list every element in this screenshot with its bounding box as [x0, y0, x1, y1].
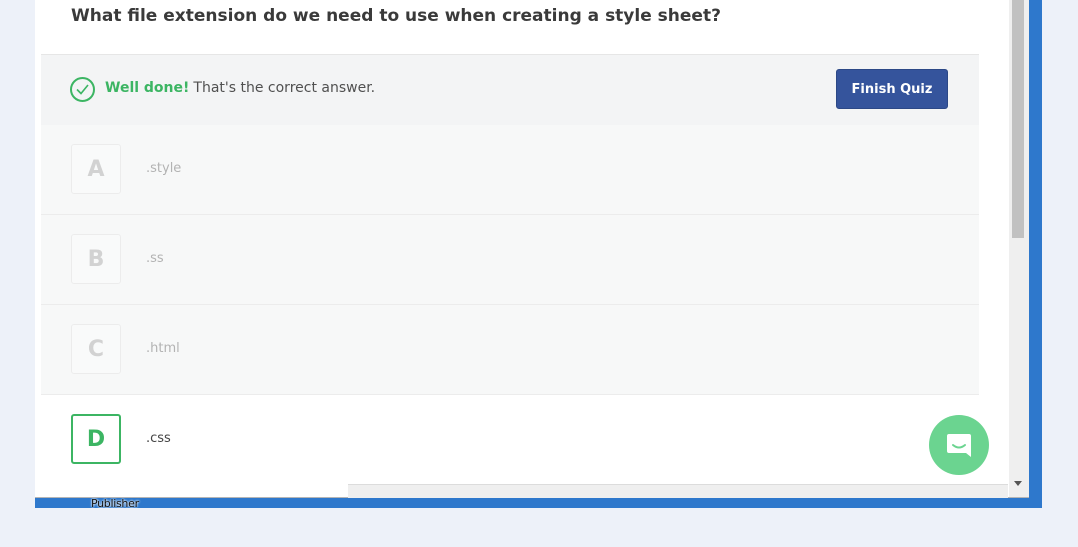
feedback-message: That's the correct answer.: [193, 80, 376, 96]
feedback-text: Well done! That's the correct answer.: [105, 80, 375, 96]
option-c[interactable]: C .html: [41, 305, 979, 395]
option-letter: D: [71, 414, 121, 464]
chat-launcher-button[interactable]: [929, 415, 989, 475]
horizontal-scrollbar[interactable]: [348, 484, 1008, 498]
vertical-scrollbar[interactable]: [1009, 0, 1029, 497]
scrollbar-thumb[interactable]: [1012, 0, 1024, 238]
finish-quiz-button[interactable]: Finish Quiz: [836, 69, 948, 109]
publisher-desktop-label[interactable]: Publisher: [91, 497, 139, 510]
option-text: .ss: [146, 251, 164, 266]
option-text: .css: [146, 431, 171, 446]
feedback-banner: Well done! That's the correct answer. Fin…: [41, 54, 979, 126]
chat-bubble-icon: [947, 434, 971, 457]
option-letter: C: [71, 324, 121, 374]
check-circle-icon: [70, 77, 95, 102]
option-a[interactable]: A .style: [41, 125, 979, 215]
option-d[interactable]: D .css: [41, 395, 979, 484]
scroll-down-arrow-icon[interactable]: [1014, 481, 1022, 486]
option-text: .style: [146, 161, 182, 176]
option-b[interactable]: B .ss: [41, 215, 979, 305]
quiz-card: What file extension do we need to use wh…: [41, 0, 979, 484]
option-letter: B: [71, 234, 121, 284]
question-text: What file extension do we need to use wh…: [71, 6, 721, 26]
option-text: .html: [146, 341, 180, 356]
option-letter: A: [71, 144, 121, 194]
feedback-strong: Well done!: [105, 80, 190, 96]
